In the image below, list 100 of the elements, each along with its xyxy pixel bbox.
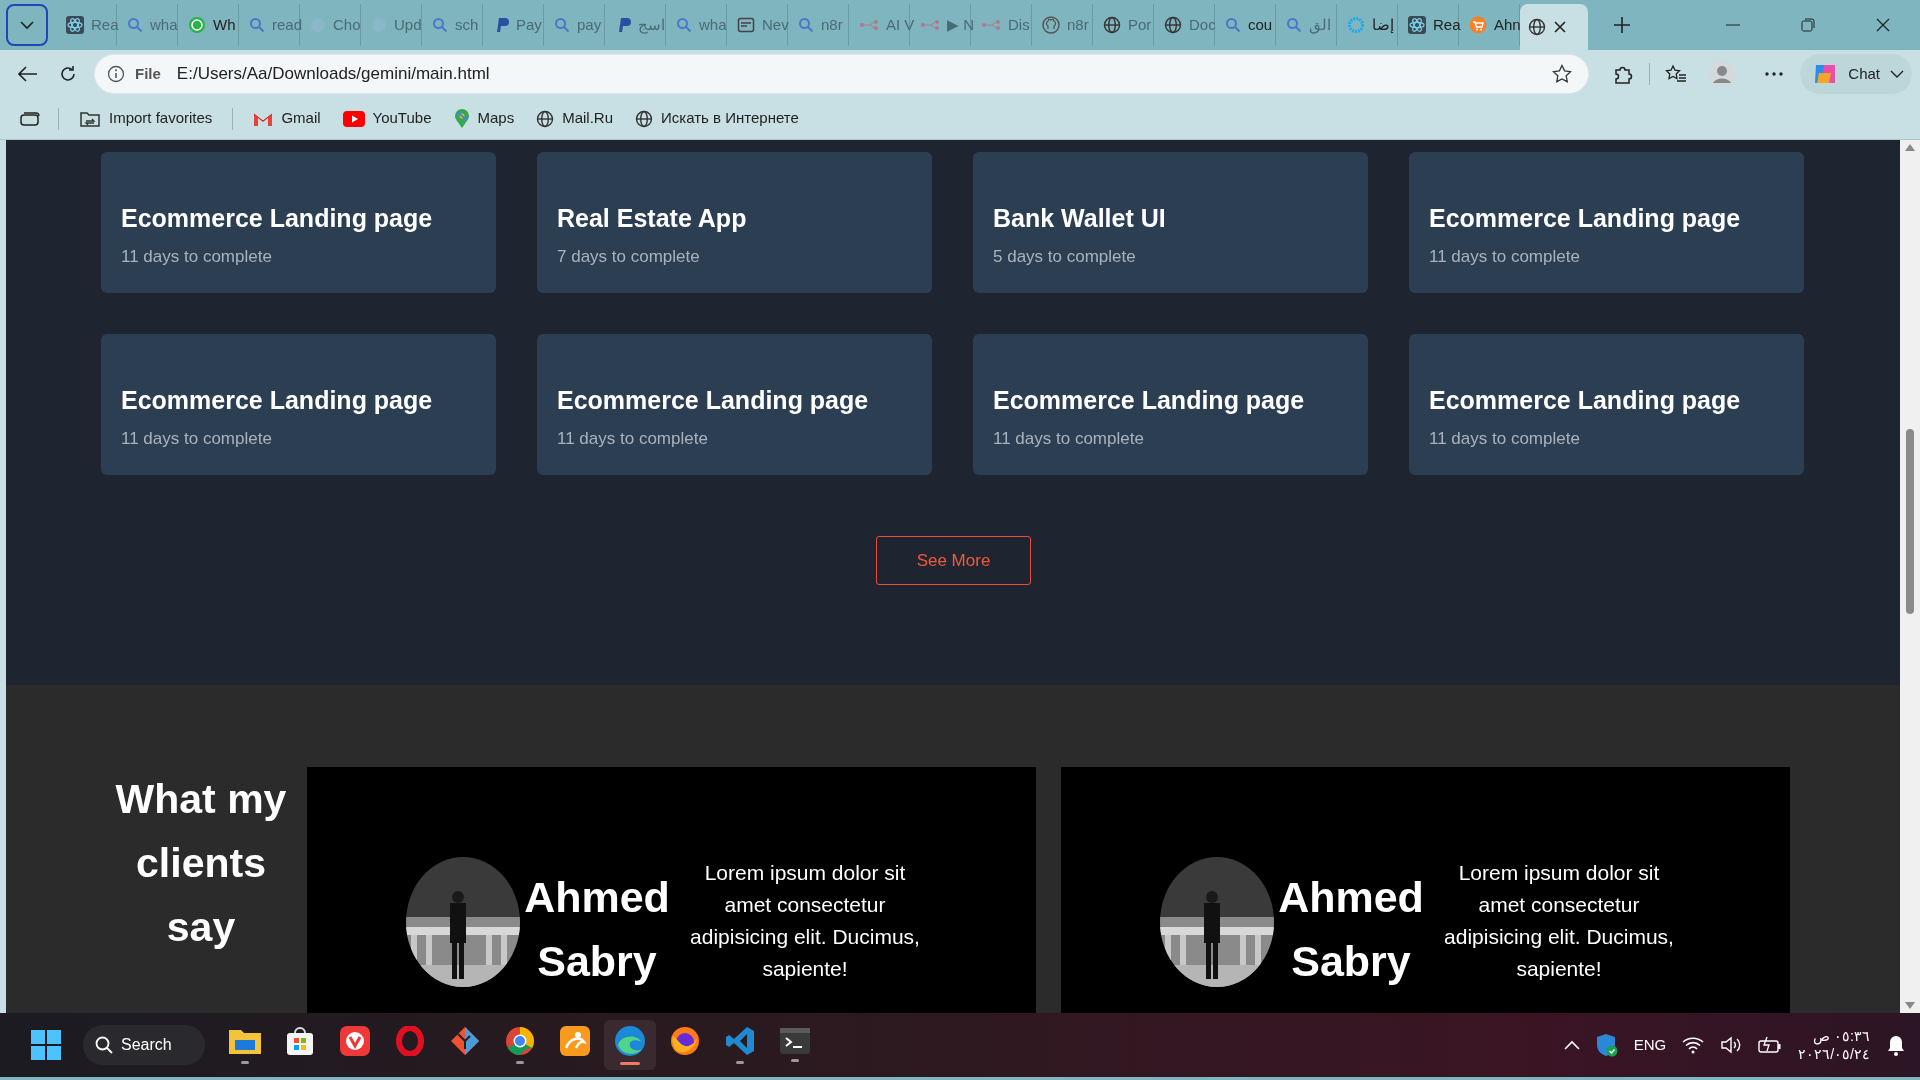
wifi-icon [1682,1036,1705,1054]
clock-date[interactable]: ٢٠٢٦/٠٥/٢٤ [1798,1045,1870,1063]
bookmark-link[interactable]: Gmail [245,103,329,134]
ring-logo-icon [395,1026,425,1056]
close-icon [1875,18,1890,32]
v-logo-icon [340,1026,370,1056]
globe-icon [635,109,654,128]
client-name: Ahmed Sabry [523,872,671,987]
taskbar-app[interactable] [604,1020,656,1070]
wave-icon [614,1025,646,1057]
restore-icon [1800,18,1815,32]
atom-icon [66,16,84,34]
window-icon [737,16,755,34]
project-duration: 7 days to complete [557,245,701,268]
browser-tab[interactable]: wha [666,4,727,46]
project-title: Real Estate App [557,203,748,234]
globe-icon [1528,18,1546,36]
project-title: Ecommerce Landing page [993,385,1306,416]
project-duration: 11 days to complete [1429,245,1581,268]
chat-bubble-icon [188,16,206,34]
nodes-icon [859,18,879,32]
browser-tab[interactable]: إضا [1337,4,1398,46]
search-icon [1286,17,1302,33]
globe-icon [1164,16,1182,34]
address-bar[interactable]: File E:/Users/Aa/Downloads/gemini/main.html [94,54,1590,94]
chat-button[interactable]: Chat [1800,54,1912,94]
browser-tab[interactable]: Por [1093,4,1154,46]
browser-tab[interactable]: n8r [788,4,849,46]
search-icon [249,17,265,33]
avatar-icon [1709,61,1736,87]
scrollbar-thumb[interactable] [1906,429,1914,614]
project-duration: 11 days to complete [557,427,709,450]
see-more-button[interactable]: See More [876,536,1031,585]
browser-tab[interactable]: pay [544,4,605,46]
browser-tab[interactable]: cou [1215,4,1276,46]
terminal-icon [780,1028,810,1054]
clock-time[interactable]: ٠٥:٣٦ ص [1798,1027,1870,1045]
windows-logo-icon [31,1030,61,1060]
bell-icon [1886,1034,1906,1056]
bookmark-link[interactable]: Import favorites [71,103,221,134]
chevron-up-icon [1563,1040,1580,1050]
scheme-label: File [135,63,161,84]
browser-tab[interactable]: Wh [178,4,239,46]
bookmark-link[interactable]: Искать в Интернете [627,103,807,134]
browser-tab[interactable]: Nev [727,4,788,46]
search-icon [798,17,814,33]
shield-check-icon [1595,1033,1618,1057]
browser-tab[interactable]: n8r [1032,4,1093,46]
browser-tab[interactable]: Rea [56,4,117,46]
browser-tab[interactable]: sch [422,4,483,46]
fox-icon [670,1026,700,1056]
atom-icon [1408,16,1426,34]
search-icon [127,17,143,33]
project-duration: 11 days to complete [121,245,273,268]
search-icon [1225,17,1241,33]
bookmark-link[interactable]: Maps [445,103,523,134]
browser-tab[interactable] [1520,4,1588,50]
language-indicator[interactable]: ENG [1633,1033,1667,1057]
testimonial-text: Lorem ipsum dolor sit amet consectetur adipisicing elit. Ducimus, sapiente! [689,860,921,982]
project-duration: 11 days to complete [993,427,1145,450]
search-icon [432,17,448,33]
map-pin-icon [453,108,470,129]
puzzle-icon [1613,64,1634,84]
testimonial-text: Lorem ipsum dolor sit amet consectetur adipisicing elit. Ducimus, sapiente! [1443,860,1675,982]
browser-tab[interactable]: read [239,4,300,46]
tab-actions-button[interactable] [6,4,48,46]
browser-tab[interactable]: Upd [361,4,422,46]
plus-icon [1613,16,1631,34]
project-duration: 11 days to complete [1429,427,1581,450]
project-title: Ecommerce Landing page [557,385,870,416]
search-icon [554,17,570,33]
chevron-down-icon [19,20,35,30]
info-icon [107,65,125,83]
volume-icon [1720,1036,1743,1054]
squirrel-icon [560,1026,590,1056]
cart-icon [1469,16,1487,34]
browser-tab[interactable]: Pay [483,4,544,46]
browser-tab[interactable]: الق [1276,4,1337,46]
project-title: Ecommerce Landing page [1429,385,1742,416]
search-button[interactable]: Search [83,1025,205,1065]
url-text: E:/Users/Aa/Downloads/gemini/main.html [176,63,491,86]
project-title: Ecommerce Landing page [121,203,434,234]
diamond-icon [450,1026,480,1056]
scroll-up-icon [1905,144,1915,151]
scroll-down-icon [1905,1002,1915,1009]
bookmark-link[interactable]: YouTube [334,103,440,134]
browser-tab[interactable]: Doc [1154,4,1215,46]
section-heading: What my clients say [114,775,288,952]
bookmark-link[interactable]: Mail.Ru [528,103,622,134]
tabs-icon [20,110,40,127]
browser-tab[interactable]: اسج [605,4,666,46]
minimize-icon [1725,24,1740,26]
battery-icon [1758,1036,1783,1054]
project-title: Ecommerce Landing page [1429,203,1742,234]
browser-tab[interactable]: Rea [1398,4,1459,46]
browser-tab[interactable]: wha [117,4,178,46]
close-icon [1553,20,1567,34]
browser-tab[interactable]: Cho [300,4,361,46]
star-list-icon [1665,64,1688,84]
search-icon [676,17,692,33]
